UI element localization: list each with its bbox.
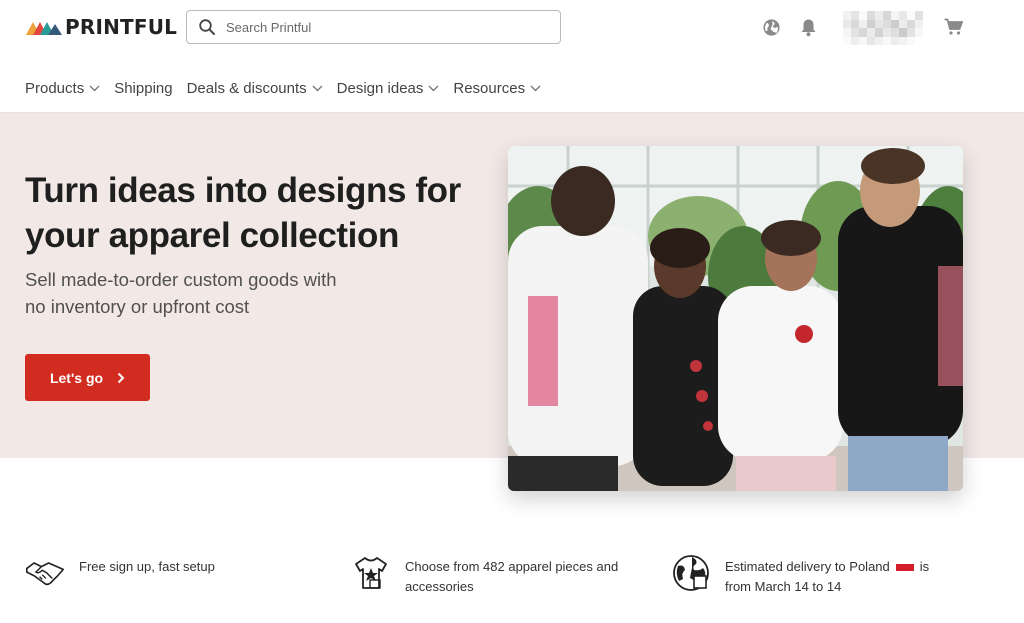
nav-item-label: Shipping — [114, 79, 173, 97]
feature-text: Estimated delivery to Poland is from Marc… — [725, 557, 940, 597]
feature-text: Choose from 482 apparel pieces and acces… — [405, 559, 619, 594]
bell-icon[interactable] — [798, 17, 818, 37]
search-box[interactable] — [186, 10, 561, 44]
search-input[interactable] — [226, 19, 546, 35]
nav-item-label: Design ideas — [336, 79, 424, 97]
chevron-down-icon — [428, 85, 439, 92]
tshirt-icon — [351, 553, 391, 593]
cart-icon[interactable] — [943, 17, 963, 37]
nav-item-shipping[interactable]: Shipping — [114, 80, 172, 97]
feature-delivery: Estimated delivery to Poland is from Marc… — [671, 553, 940, 597]
account-avatar[interactable] — [843, 11, 923, 45]
nav-item-design-ideas[interactable]: Design ideas — [337, 80, 440, 97]
delivery-text-start: Estimated delivery to Poland — [725, 559, 890, 574]
cta-label: Let's go — [49, 369, 104, 386]
chevron-down-icon — [312, 85, 323, 92]
nav-item-label: Resources — [453, 79, 526, 97]
feature-signup: Free sign up, fast setup — [25, 553, 269, 593]
handshake-icon — [25, 553, 65, 593]
chevron-down-icon — [89, 85, 100, 92]
lets-go-button[interactable]: Let's go — [25, 354, 150, 401]
printful-logo[interactable]: PRINTFUL — [26, 14, 177, 40]
feature-text: Free sign up, fast setup — [79, 559, 215, 574]
main-nav: Products Shipping Deals & discounts Desi… — [25, 79, 555, 97]
chevron-down-icon — [530, 85, 541, 92]
logo-mark-icon — [26, 22, 62, 35]
nav-item-resources[interactable]: Resources — [453, 80, 541, 97]
feature-products: Choose from 482 apparel pieces and acces… — [351, 553, 645, 597]
globe-delivery-icon — [671, 553, 711, 593]
hero-title: Turn ideas into designs for your apparel… — [25, 171, 461, 255]
hero-subtitle: Sell made-to-order custom goods with no … — [25, 269, 337, 317]
nav-item-label: Products — [25, 79, 85, 97]
nav-item-deals[interactable]: Deals & discounts — [187, 80, 323, 97]
hero-photo — [508, 146, 963, 491]
brand-name: PRINTFUL — [65, 15, 178, 39]
globe-icon[interactable] — [761, 17, 781, 37]
top-bar: PRINTFUL — [0, 0, 1024, 56]
nav-item-products[interactable]: Products — [25, 80, 100, 97]
poland-flag-icon — [895, 563, 914, 571]
nav-item-label: Deals & discounts — [186, 79, 307, 97]
search-icon — [198, 18, 216, 36]
chevron-right-icon — [117, 372, 125, 384]
